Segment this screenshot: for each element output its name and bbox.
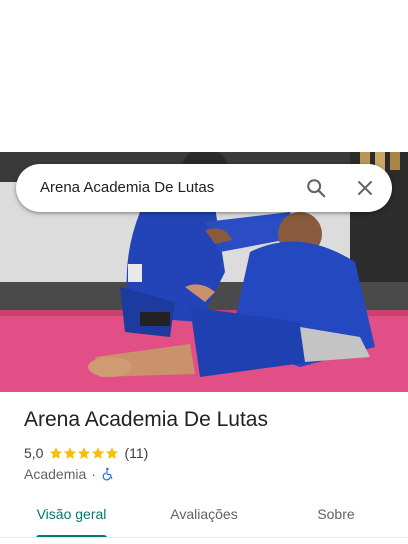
place-category: Academia [24,466,87,482]
search-button[interactable] [298,170,334,206]
star-rating [49,446,119,460]
review-count[interactable]: (11) [124,445,148,461]
search-query[interactable]: Arena Academia De Lutas [40,164,214,212]
rating-row[interactable]: 5,0 (11) [24,444,148,462]
separator-dot: · [91,466,96,482]
star-icon [78,447,91,459]
tabs-divider [0,537,408,538]
search-icon [307,179,326,198]
place-title: Arena Academia De Lutas [24,408,268,431]
star-icon [106,447,119,459]
rating-value: 5,0 [24,445,44,461]
close-icon [358,181,372,195]
star-icon [92,447,105,459]
blank-top-area [0,0,408,152]
search-bar[interactable]: Arena Academia De Lutas [16,164,392,212]
star-icon [64,447,77,459]
tab-overview[interactable]: Visão geral [24,494,119,534]
category-row: Academia · [24,465,115,483]
close-button[interactable] [347,170,383,206]
tab-reviews[interactable]: Avaliações [158,494,250,534]
tab-bar: Visão geral Avaliações Sobre [0,494,408,538]
wheelchair-accessible-icon [102,467,113,481]
tab-about[interactable]: Sobre [300,494,372,534]
star-icon [50,447,63,459]
